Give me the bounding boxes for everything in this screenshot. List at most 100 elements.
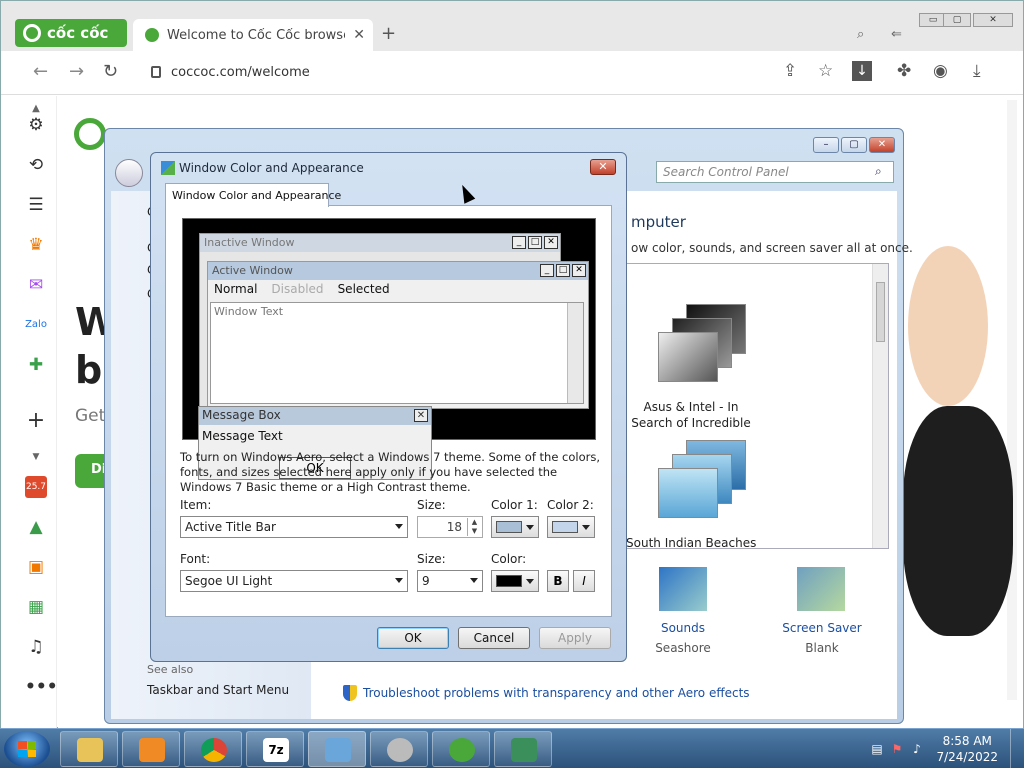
font-label: Font:: [180, 552, 211, 566]
game-icon[interactable]: ✚: [25, 354, 47, 376]
page-scrollbar[interactable]: [1007, 100, 1017, 700]
dialog-title: Window Color and Appearance: [179, 161, 364, 175]
troubleshoot-link[interactable]: Troubleshoot problems with transparency …: [343, 685, 750, 701]
dialog-app-icon: [161, 161, 175, 175]
themes-list[interactable]: Asus & Intel - In Search of Incredible S…: [625, 263, 889, 549]
chevron-down-icon: [526, 579, 534, 584]
crown-icon[interactable]: ♛: [25, 234, 47, 256]
chevron-down-icon: [582, 525, 590, 530]
nav-back-icon[interactable]: [115, 159, 143, 187]
taskbar-sound[interactable]: [370, 731, 428, 767]
troubleshoot-text: Troubleshoot problems with transparency …: [363, 686, 750, 700]
extensions-icon[interactable]: ✤: [897, 61, 911, 81]
clock-time: 8:58 AM: [942, 734, 992, 748]
taskbar-display[interactable]: [494, 731, 552, 767]
tab-bar: cốc cốc Welcome to Cốc Cốc browse ✕ + ⌕ …: [1, 1, 1023, 51]
bell-icon[interactable]: ♫: [25, 636, 47, 658]
downloads-icon[interactable]: ⤓: [973, 61, 981, 81]
color2-button[interactable]: [547, 516, 595, 538]
taskbar-chrome[interactable]: [184, 731, 242, 767]
graduation-icon[interactable]: ▲: [25, 516, 47, 538]
taskbar-7zip[interactable]: 7z: [246, 731, 304, 767]
reload-icon[interactable]: ↻: [103, 61, 118, 82]
themes-scroll-thumb[interactable]: [876, 282, 885, 342]
history-icon[interactable]: ⟲: [25, 154, 47, 176]
search-input[interactable]: Search Control Panel: [656, 161, 894, 183]
table-icon[interactable]: ▦: [25, 596, 47, 618]
window-color-dialog: Window Color and Appearance ✕ Window Col…: [150, 152, 627, 662]
sounds-icon[interactable]: [659, 567, 707, 611]
forward-icon[interactable]: →: [69, 61, 84, 82]
settings-icon[interactable]: ⚙: [25, 114, 47, 136]
add-icon[interactable]: +: [25, 410, 47, 432]
color2-swatch: [552, 521, 578, 533]
item-select[interactable]: Active Title Bar: [180, 516, 408, 538]
chevron-down-icon: [470, 578, 478, 583]
tab-title: Welcome to Cốc Cốc browse: [167, 27, 346, 43]
font-size-select[interactable]: 9: [417, 570, 483, 592]
taskbar-explorer[interactable]: [60, 731, 118, 767]
preview-menu: Normal Disabled Selected: [208, 280, 588, 300]
profile-icon[interactable]: ◉: [933, 61, 948, 81]
taskbar-control-panel[interactable]: [308, 731, 366, 767]
tab-close-button[interactable]: ✕: [353, 27, 365, 43]
share-icon[interactable]: ⇪: [783, 61, 797, 81]
ok-button[interactable]: OK: [377, 627, 449, 649]
close-button[interactable]: ✕: [973, 13, 1013, 27]
back-arrow-icon[interactable]: ⇐: [891, 27, 902, 42]
color1-button[interactable]: [491, 516, 539, 538]
start-button[interactable]: [4, 731, 50, 767]
taskbar-start-menu-link[interactable]: Taskbar and Start Menu: [147, 683, 289, 697]
cp-close-button[interactable]: ✕: [869, 137, 895, 153]
network-icon[interactable]: ▤: [870, 742, 884, 756]
font-color-swatch: [496, 575, 522, 587]
cp-minimize-button[interactable]: –: [813, 137, 839, 153]
cart-icon[interactable]: ▣: [25, 556, 47, 578]
messenger-icon[interactable]: ✉: [25, 274, 47, 296]
inactive-window-label: Inactive Window: [204, 236, 295, 249]
cp-maximize-button[interactable]: ▢: [841, 137, 867, 153]
dialog-close-button[interactable]: ✕: [590, 159, 616, 175]
tab-welcome[interactable]: Welcome to Cốc Cốc browse ✕: [133, 19, 373, 51]
theme-name-2: Search of Incredible: [631, 416, 751, 430]
address-bar[interactable]: coccoc.com/welcome: [141, 57, 761, 87]
zalo-icon[interactable]: Zalo: [25, 314, 47, 336]
tab-window-color[interactable]: Window Color and Appearance: [165, 183, 341, 207]
star-icon[interactable]: ☆: [818, 61, 833, 81]
show-desktop-button[interactable]: [1010, 729, 1024, 768]
back-icon[interactable]: ←: [33, 61, 48, 82]
download-badge-icon[interactable]: ↓: [852, 61, 872, 81]
message-box-text: Message Text: [202, 429, 283, 443]
clock[interactable]: 8:58 AM 7/24/2022: [936, 733, 998, 765]
font-color-button[interactable]: [491, 570, 539, 592]
coccoc-logo-button[interactable]: cốc cốc: [15, 19, 127, 47]
shopee-icon[interactable]: 25.7: [25, 476, 47, 498]
taskbar-media-player[interactable]: [122, 731, 180, 767]
scroll-down-icon[interactable]: ▼: [25, 446, 47, 468]
preview-active-titlebar: Active Window _ □ ✕: [208, 262, 588, 280]
screen-saver-icon[interactable]: [797, 567, 845, 611]
coccoc-icon: [449, 738, 475, 762]
cancel-button[interactable]: Cancel: [458, 627, 530, 649]
apply-button[interactable]: Apply: [539, 627, 611, 649]
size-stepper[interactable]: 18 ▲ ▼: [417, 516, 483, 538]
reading-list-icon[interactable]: ☰: [25, 194, 47, 216]
font-select[interactable]: Segoe UI Light: [180, 570, 408, 592]
volume-icon[interactable]: ♪: [910, 742, 924, 756]
search-icon[interactable]: ⌕: [875, 164, 882, 179]
themes-scrollbar[interactable]: [872, 264, 888, 548]
spin-arrows-icon[interactable]: ▲ ▼: [467, 518, 481, 536]
lens-icon[interactable]: ⌕: [857, 27, 864, 42]
taskbar-coccoc[interactable]: [432, 731, 490, 767]
bold-button[interactable]: B: [547, 570, 569, 592]
maximize-button[interactable]: ▢: [943, 13, 971, 27]
preview-inactive-titlebar: Inactive Window _ □ ✕: [200, 234, 560, 252]
screen-saver-link[interactable]: Screen Saver: [777, 621, 867, 635]
more-icon[interactable]: •••: [25, 676, 58, 698]
sounds-link[interactable]: Sounds: [643, 621, 723, 635]
italic-button[interactable]: I: [573, 570, 595, 592]
action-center-icon[interactable]: ⚑: [890, 742, 904, 756]
chevron-down-icon: [526, 525, 534, 530]
preview-max-icon: □: [556, 264, 570, 277]
new-tab-button[interactable]: +: [381, 23, 396, 44]
